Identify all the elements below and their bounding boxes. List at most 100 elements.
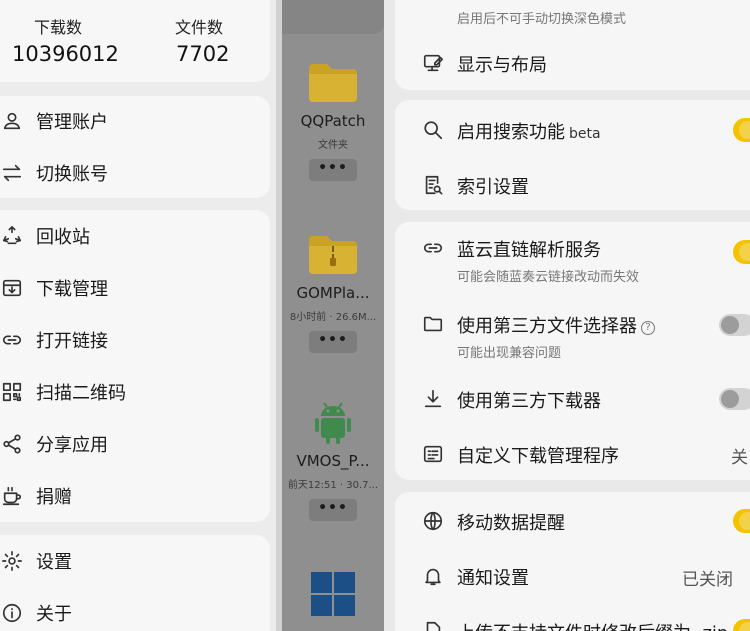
system-card: 设置 关于 — [0, 535, 270, 631]
folder-icon — [421, 312, 445, 336]
settings-section-download: 蓝云直链解析服务 可能会随蓝奏云链接改动而失效 使用第三方文件选择器? 可能出现… — [395, 222, 750, 480]
menu-about[interactable]: 关于 — [0, 593, 72, 631]
menu-label: 分享应用 — [36, 435, 108, 456]
folder-icon — [307, 60, 359, 104]
menu-label: 打开链接 — [36, 331, 108, 352]
file-item[interactable]: QQPatch 文件夹 ••• — [282, 60, 384, 181]
file-item[interactable]: VMOS_P... 前天12:51 · 30.7... ••• — [282, 400, 384, 521]
person-icon — [0, 109, 24, 133]
zip-folder-icon — [307, 232, 359, 276]
search-toggle[interactable] — [733, 118, 750, 142]
menu-label: 扫描二维码 — [36, 383, 126, 404]
menu-label: 设置 — [36, 552, 72, 573]
row-subtitle: 可能出现兼容问题 — [457, 346, 562, 361]
link-icon — [421, 236, 445, 260]
file-meta: 前天12:51 · 30.7... — [287, 480, 379, 491]
menu-manage-account[interactable]: 管理账户 — [0, 101, 108, 141]
gear-icon — [0, 549, 24, 573]
picker-title: 使用第三方文件选择器 — [457, 316, 637, 337]
menu-switch-account[interactable]: 切换账号 — [0, 153, 108, 193]
stats-card: 下载数 10396012 文件数 7702 — [0, 0, 270, 82]
row-index-settings[interactable]: 索引设置 — [395, 160, 750, 210]
search-title: 启用搜索功能 — [457, 122, 565, 143]
account-card: 管理账户 切换账号 — [0, 96, 270, 198]
settings-section-appearance: 启用后不可手动切换深色模式 显示与布局 — [395, 0, 750, 90]
row-subtitle: 可能会随蓝奏云链接改动而失效 — [457, 270, 640, 285]
row-title: 使用第三方下载器 — [457, 391, 601, 412]
row-title: 索引设置 — [457, 177, 529, 198]
downloader-toggle[interactable] — [719, 388, 750, 410]
row-mobile-data-alert[interactable]: 移动数据提醒 — [395, 496, 750, 546]
menu-settings[interactable]: 设置 — [0, 541, 72, 581]
row-notification-settings[interactable]: 通知设置 已关闭 — [395, 551, 750, 601]
menu-download-manager[interactable]: 下载管理 — [0, 268, 108, 308]
menu-label: 回收站 — [36, 227, 90, 248]
download-box-icon — [0, 276, 24, 300]
file-meta: 文件夹 — [318, 140, 348, 151]
row-third-party-picker[interactable]: 使用第三方文件选择器? 可能出现兼容问题 — [395, 304, 750, 364]
mobile-data-toggle[interactable] — [733, 509, 750, 533]
file-item[interactable] — [282, 572, 384, 616]
search-icon — [421, 118, 445, 142]
settings-section-search: 启用搜索功能 beta 索引设置 — [395, 100, 750, 210]
row-title: 使用第三方文件选择器? — [457, 312, 655, 338]
beta-badge: beta — [569, 126, 601, 142]
menu-label: 下载管理 — [36, 279, 108, 300]
menu-recycle-bin[interactable]: 回收站 — [0, 216, 90, 256]
lanzou-toggle[interactable] — [733, 240, 750, 264]
more-options-button[interactable]: ••• — [309, 331, 357, 353]
file-name: QQPatch — [300, 112, 366, 130]
download-count-label: 下载数 — [34, 18, 83, 37]
android-icon — [307, 400, 359, 444]
menu-label: 关于 — [36, 604, 72, 625]
file-name: GOMPla... — [296, 284, 370, 302]
file-name: VMOS_P... — [296, 452, 370, 470]
row-dark-mode[interactable]: 启用后不可手动切换深色模式 — [395, 0, 750, 28]
file-list-toolbar — [282, 0, 384, 34]
share-icon — [0, 432, 24, 456]
menu-donate[interactable]: 捐赠 — [0, 476, 72, 516]
more-options-button[interactable]: ••• — [309, 159, 357, 181]
file-meta: 8小时前 · 26.6M... — [289, 312, 377, 323]
row-display-layout[interactable]: 显示与布局 — [395, 38, 750, 88]
menu-label: 管理账户 — [36, 112, 108, 133]
globe-icon — [421, 509, 445, 533]
recycle-icon — [0, 224, 24, 248]
file-list-dimmed: QQPatch 文件夹 ••• GOMPla... 8小时前 · 26.6M..… — [282, 0, 384, 631]
menu-scan-qrcode[interactable]: 扫描二维码 — [0, 372, 126, 412]
row-third-party-downloader[interactable]: 使用第三方下载器 — [395, 374, 750, 424]
dark-mode-subtitle: 启用后不可手动切换深色模式 — [457, 12, 627, 27]
row-title: 上传不支持文件时修改后缀为 .zip — [457, 619, 728, 631]
row-lanzou-service[interactable]: 蓝云直链解析服务 可能会随蓝奏云链接改动而失效 — [395, 228, 750, 288]
menu-label: 切换账号 — [36, 164, 108, 185]
list-box-icon — [421, 442, 445, 466]
coffee-icon — [0, 484, 24, 508]
row-upload-rename-zip[interactable]: 上传不支持文件时修改后缀为 .zip — [395, 606, 750, 631]
download-count-value: 10396012 — [12, 42, 119, 66]
upload-rename-toggle[interactable] — [733, 619, 750, 631]
info-icon — [0, 601, 24, 625]
windows-icon — [311, 572, 355, 616]
row-enable-search[interactable]: 启用搜索功能 beta — [395, 105, 750, 155]
help-icon[interactable]: ? — [641, 321, 655, 335]
menu-open-link[interactable]: 打开链接 — [0, 320, 108, 360]
file-item[interactable]: GOMPla... 8小时前 · 26.6M... ••• — [282, 232, 384, 353]
settings-panel: 启用后不可手动切换深色模式 显示与布局 启用搜索功能 beta 索引设置 蓝云直链… — [384, 0, 750, 631]
tools-card: 回收站 下载管理 打开链接 扫描二维码 分享应用 捐赠 — [0, 210, 270, 522]
monitor-edit-icon — [421, 51, 445, 75]
row-title: 蓝云直链解析服务 — [457, 240, 601, 261]
swap-icon — [0, 161, 24, 185]
picker-toggle[interactable] — [719, 314, 750, 336]
more-options-button[interactable]: ••• — [309, 499, 357, 521]
row-custom-download-manager[interactable]: 自定义下载管理程序 关 — [395, 429, 750, 479]
download-icon — [421, 387, 445, 411]
row-title: 通知设置 — [457, 568, 529, 589]
file-icon — [421, 619, 445, 631]
menu-label: 捐赠 — [36, 487, 72, 508]
link-icon — [0, 328, 24, 352]
menu-share-app[interactable]: 分享应用 — [0, 424, 108, 464]
settings-section-network: 移动数据提醒 通知设置 已关闭 上传不支持文件时修改后缀为 .zip — [395, 492, 750, 631]
file-count-value: 7702 — [176, 42, 230, 66]
row-title: 自定义下载管理程序 — [457, 446, 619, 467]
file-count-label: 文件数 — [175, 18, 224, 37]
